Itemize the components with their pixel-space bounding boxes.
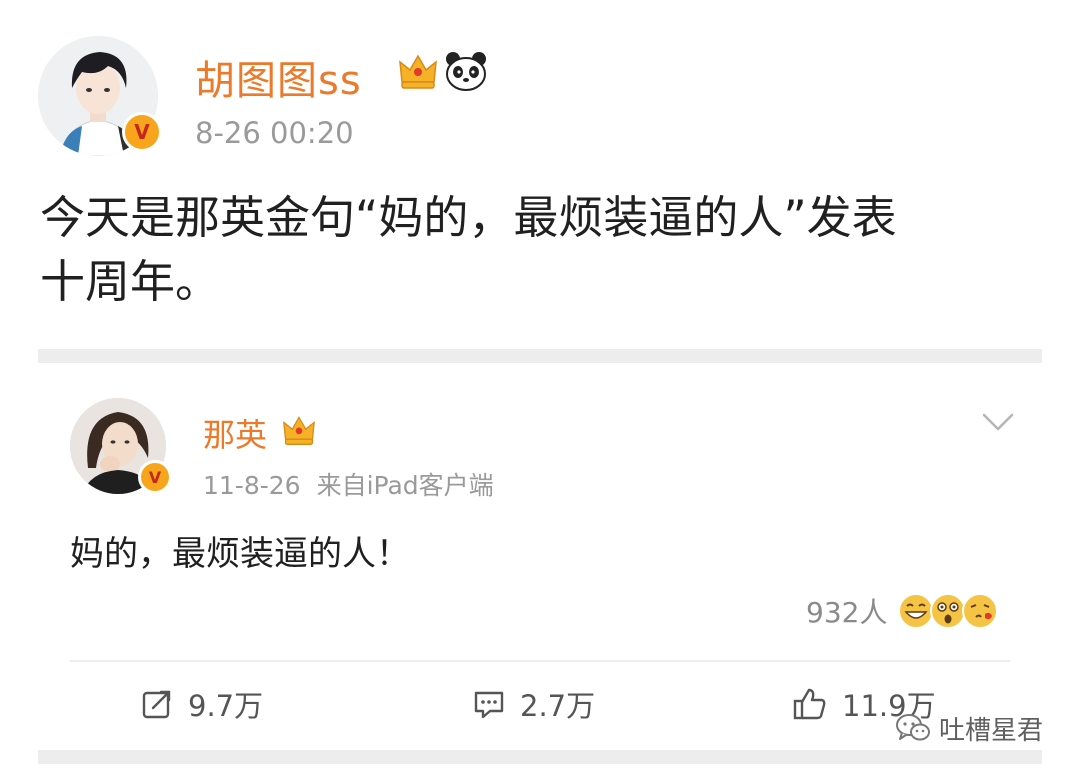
author-name[interactable]: 胡图图ss (195, 48, 362, 106)
comment-count: 2.7万 (520, 689, 596, 723)
reaction-count: 932人 (806, 596, 888, 629)
retweet-body: 妈的，最烦装逼的人！ (70, 534, 410, 574)
retweet-author-name[interactable]: 那英 (203, 410, 267, 456)
repost-button[interactable]: 9.7万 (140, 684, 263, 724)
watermark-text: 吐槽星君 (939, 715, 1044, 746)
crown-icon (283, 416, 315, 445)
repost-icon (142, 690, 171, 719)
author-avatar[interactable]: V (38, 36, 162, 156)
panda-icon (446, 52, 486, 91)
post-body-line: 十周年。 (40, 255, 221, 308)
repost-count: 9.7万 (188, 689, 264, 723)
section-divider (38, 349, 1042, 363)
wechat-icon (896, 714, 930, 741)
kiss-emoji-icon (962, 593, 999, 629)
weibo-post-screenshot: V 胡图图ss 8-26 00:20 今天是那英金句“妈的，最烦装逼的人”发表 … (0, 0, 1080, 774)
comment-icon (474, 691, 504, 719)
crown-icon (399, 54, 437, 89)
reactions-summary[interactable]: 932人 (806, 591, 999, 631)
retweet-author-avatar[interactable]: V (70, 398, 172, 494)
retweet-date: 11-8-26 (203, 471, 301, 500)
chevron-down-icon[interactable] (980, 410, 1016, 434)
author-name-text: 胡图图ss (195, 58, 362, 104)
verified-badge-icon: V (122, 112, 162, 152)
watermark: 吐槽星君 (895, 708, 1043, 748)
actions-divider (70, 660, 1010, 662)
retweet-meta: 11-8-26 来自iPad客户端 (203, 466, 494, 502)
section-divider (38, 750, 1042, 764)
post-timestamp: 8-26 00:20 (195, 116, 354, 150)
post-body-line: 今天是那英金句“妈的，最烦装逼的人”发表 (40, 191, 897, 244)
post-body: 今天是那英金句“妈的，最烦装逼的人”发表 十周年。 (40, 186, 1040, 314)
like-icon (793, 688, 826, 720)
verified-badge-icon: V (138, 460, 172, 494)
comment-button[interactable]: 2.7万 (472, 684, 595, 724)
retweet-source: 来自iPad客户端 (316, 471, 494, 500)
